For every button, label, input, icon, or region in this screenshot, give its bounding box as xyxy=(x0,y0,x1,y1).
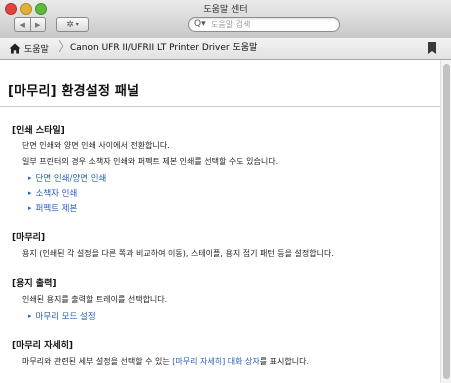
chevron-down-icon: ▾ xyxy=(75,21,79,28)
section-text: 인쇄된 용지를 출력할 트레이를 선택합니다. xyxy=(22,295,168,304)
link-label: 소책자 인쇄 xyxy=(35,189,78,199)
link-finishing-details-dialog[interactable]: [마무리 자세히] 대화 상자 xyxy=(172,357,259,366)
section-title-paper-output: [용지 출력] xyxy=(12,279,57,289)
section-text-part: 를 표시합니다. xyxy=(259,357,310,366)
link-finishing-mode-settings[interactable]: ▸ 마무리 모드 설정 xyxy=(28,310,96,322)
section-text: 용지 (인쇄된 각 설정을 다른 쪽과 비교하여 이동), 스테이플, 용지 접… xyxy=(22,249,334,258)
section-title-finishing-details: [마무리 자세히] xyxy=(12,341,74,351)
breadcrumb-home-label: 도움말 xyxy=(24,45,49,55)
search-field[interactable]: Q▾ xyxy=(188,17,340,32)
window-title: 도움말 센터 xyxy=(203,5,248,15)
link-single-double-sided[interactable]: ▸ 단면 인쇄/양면 인쇄 xyxy=(28,172,106,184)
title-bar: 도움말 센터 ◀ ▶ ✲ ▾ Q▾ xyxy=(0,0,451,39)
bookmark-icon[interactable] xyxy=(428,42,436,54)
search-icon: Q▾ xyxy=(194,19,206,29)
back-arrow-icon: ◀ xyxy=(19,20,25,29)
section-text: 마무리와 관련된 세부 설정을 선택할 수 있는 [마무리 자세히] 대화 상자… xyxy=(22,356,309,367)
link-arrow-icon: ▸ xyxy=(28,312,32,320)
action-menu-button[interactable]: ✲ ▾ xyxy=(56,17,89,32)
link-label: 단면 인쇄/양면 인쇄 xyxy=(35,174,107,184)
back-button[interactable]: ◀ xyxy=(15,18,30,31)
title-divider xyxy=(0,106,440,107)
search-input[interactable] xyxy=(211,18,331,31)
path-bar: 도움말 〉 Canon UFR II/UFRII LT Printer Driv… xyxy=(0,38,451,60)
link-perfect-binding[interactable]: ▸ 퍼펙트 제본 xyxy=(28,202,77,214)
link-arrow-icon: ▸ xyxy=(28,189,32,197)
breadcrumb-current[interactable]: Canon UFR II/UFRII LT Printer Driver 도움말 xyxy=(70,41,257,56)
page-title: [마무리] 환경설정 패널 xyxy=(8,84,140,99)
link-arrow-icon: ▸ xyxy=(28,204,32,212)
section-title-print-style: [인쇄 스타일] xyxy=(12,126,65,136)
scrollbar-thumb[interactable] xyxy=(443,64,450,379)
breadcrumb-home[interactable]: 도움말 xyxy=(9,41,49,56)
link-booklet-printing[interactable]: ▸ 소책자 인쇄 xyxy=(28,187,77,199)
section-text-part: 마무리와 관련된 세부 설정을 선택할 수 있는 xyxy=(22,357,173,366)
forward-button[interactable]: ▶ xyxy=(29,18,46,31)
link-label: 퍼펙트 제본 xyxy=(35,204,78,214)
link-arrow-icon: ▸ xyxy=(28,174,32,182)
vertical-scrollbar[interactable] xyxy=(440,60,451,383)
help-content: [마무리] 환경설정 패널 [인쇄 스타일] 단면 인쇄와 양면 인쇄 사이에서… xyxy=(0,60,440,383)
home-icon xyxy=(9,43,21,54)
section-text: 단면 인쇄와 양면 인쇄 사이에서 전환합니다. xyxy=(22,141,170,150)
gear-icon: ✲ xyxy=(66,19,74,30)
forward-arrow-icon: ▶ xyxy=(35,20,41,29)
section-title-finishing: [마무리] xyxy=(12,233,46,243)
link-label: 마무리 모드 설정 xyxy=(35,312,96,322)
back-forward-group: ◀ ▶ xyxy=(14,17,46,32)
section-text: 일부 프린터의 경우 소책자 인쇄와 퍼펙트 제본 인쇄를 선택할 수도 있습니… xyxy=(22,157,279,166)
